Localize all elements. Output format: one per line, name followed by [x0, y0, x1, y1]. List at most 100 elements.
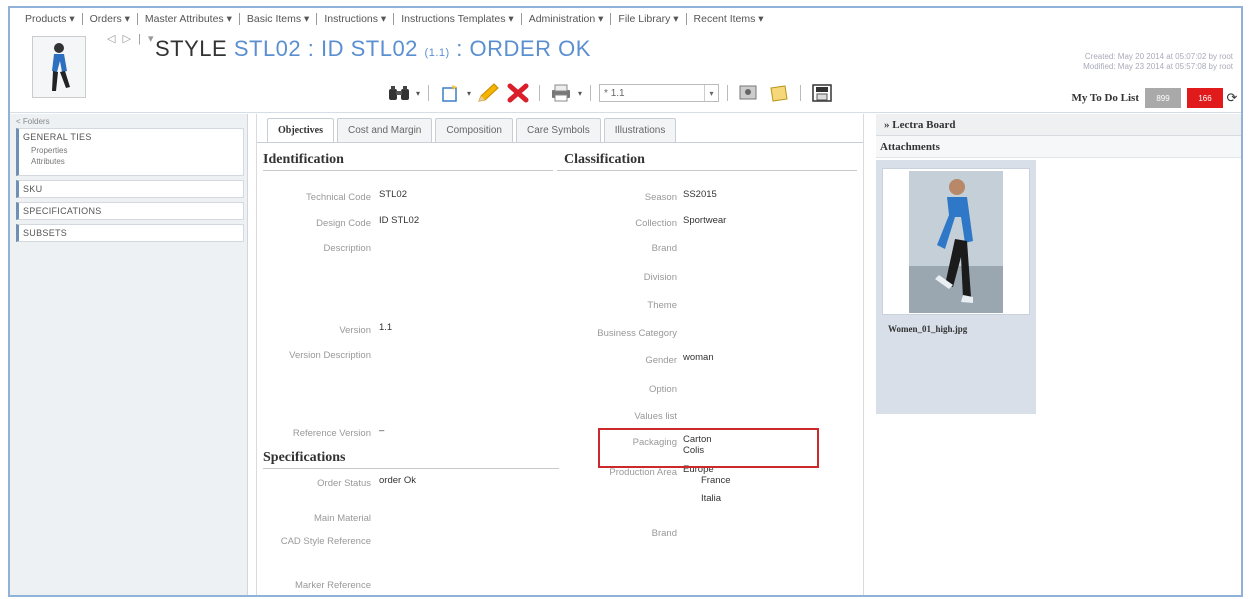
record-navigation[interactable]: ◁ ▷ | ▾ — [107, 32, 155, 45]
folder-item[interactable]: Attributes — [19, 156, 243, 167]
audit-info: Created: May 20 2014 at 05:07:02 by root… — [1083, 52, 1233, 72]
version-select[interactable]: * 1.1 ▾ — [599, 84, 720, 102]
packaging-highlight — [598, 428, 819, 468]
field-label: Collection — [635, 218, 677, 229]
lectra-board-header[interactable]: » Lectra Board — [876, 114, 1241, 136]
edit-pencil-icon[interactable] — [475, 81, 501, 105]
specifications-heading: Specifications — [263, 450, 346, 465]
delete-icon[interactable] — [505, 81, 531, 105]
todo-count-grey[interactable]: 899 — [1145, 88, 1181, 108]
field-value[interactable]: woman — [683, 352, 714, 363]
folder-section[interactable]: GENERAL TIES Properties Attributes — [16, 128, 244, 176]
refresh-icon[interactable]: ⟳ — [1223, 88, 1241, 108]
field-label: Reference Version — [292, 428, 371, 439]
menu-item[interactable]: File Library ▾ — [611, 13, 685, 25]
field-value[interactable]: SS2015 — [683, 189, 717, 200]
app-window: Products ▾ Orders ▾ Master Attributes ▾ Bas… — [8, 6, 1243, 597]
menu-item[interactable]: Instructions ▾ — [317, 13, 393, 25]
modified-info: Modified: May 23 2014 at 05:57:08 by roo… — [1083, 62, 1233, 71]
page-title: STYLE STL02 : ID STL02 (1.1) : ORDER OK — [155, 36, 591, 62]
menu-item[interactable]: Products ▾ — [18, 13, 82, 25]
title-status: : ORDER OK — [456, 36, 591, 61]
title-code: STL02 : ID STL02 — [233, 36, 418, 61]
field-label: Division — [643, 272, 677, 283]
title-label: STYLE — [155, 36, 228, 61]
runner-image — [52, 43, 70, 91]
folder-item[interactable]: Properties — [19, 145, 243, 156]
field-value[interactable]: 1.1 — [379, 322, 392, 333]
created-info: Created: May 20 2014 at 05:07:02 by root — [1084, 52, 1233, 61]
right-panel: » Lectra Board Attachments Women_01_high… — [876, 114, 1241, 595]
menu-item[interactable]: Master Attributes ▾ — [138, 13, 239, 25]
field-label: Option — [649, 384, 677, 395]
field-value[interactable]: Italia — [701, 493, 721, 504]
chevron-down-icon[interactable]: ▾ — [578, 89, 582, 98]
todo-label[interactable]: My To Do List — [1071, 92, 1139, 104]
toolbar-divider — [800, 85, 802, 101]
field-value[interactable]: ID STL02 — [379, 215, 419, 226]
version-select-value: * 1.1 — [604, 87, 625, 99]
tab-composition[interactable]: Composition — [435, 118, 513, 142]
field-value[interactable]: – — [379, 425, 384, 436]
save-icon[interactable] — [809, 81, 835, 105]
gallery-icon[interactable] — [736, 81, 762, 105]
folders-toggle[interactable]: < Folders — [10, 114, 247, 128]
section-rule — [263, 170, 553, 171]
field-label: CAD Style Reference — [280, 536, 371, 547]
menu-item[interactable]: Basic Items ▾ — [240, 13, 316, 25]
field-label: Brand — [651, 243, 677, 254]
attachment-image — [909, 170, 1003, 313]
folder-section-title[interactable]: SPECIFICATIONS — [19, 203, 243, 219]
field-label: Description — [323, 243, 371, 254]
chevron-down-icon[interactable]: ▾ — [704, 85, 718, 101]
print-icon[interactable] — [548, 81, 574, 105]
field-label: Design Code — [316, 218, 371, 229]
tab-cost-and-margin[interactable]: Cost and Margin — [337, 118, 433, 142]
folder-section-title[interactable]: GENERAL TIES — [19, 129, 243, 145]
menu-item[interactable]: Recent Items ▾ — [687, 13, 771, 25]
tab-objectives[interactable]: Objectives — [267, 118, 334, 142]
chevron-down-icon[interactable]: ▾ — [416, 89, 420, 98]
header-divider — [10, 112, 1241, 113]
chevron-down-icon[interactable]: ▾ — [467, 89, 471, 98]
tab-care-symbols[interactable]: Care Symbols — [515, 118, 601, 142]
field-label: Order Status — [317, 478, 371, 489]
folder-section[interactable]: SUBSETS — [16, 224, 244, 242]
field-value[interactable]: order Ok — [379, 475, 416, 486]
menu-item[interactable]: Administration ▾ — [522, 13, 611, 25]
field-label: Version — [339, 325, 371, 336]
field-label: Marker Reference — [294, 580, 371, 591]
main-form: Objectives Cost and Margin Composition Care… — [256, 114, 864, 595]
attachments-header: Attachments — [876, 136, 1241, 158]
folder-section-title[interactable]: SUBSETS — [19, 225, 243, 241]
folder-section[interactable]: SKU — [16, 180, 244, 198]
toolbar: ▾ ▾ ▾ * 1.1 ▾ — [386, 80, 835, 106]
binoculars-icon[interactable] — [386, 81, 412, 105]
tab-bar: Objectives Cost and Margin Composition Care… — [267, 118, 677, 142]
tab-illustrations[interactable]: Illustrations — [603, 118, 677, 142]
field-label: Version Description — [289, 350, 371, 361]
classification-heading: Classification — [564, 152, 645, 167]
section-rule — [557, 170, 857, 171]
attachments-panel: Women_01_high.jpg — [876, 160, 1036, 414]
new-document-icon[interactable] — [437, 81, 463, 105]
menu-item[interactable]: Orders ▾ — [83, 13, 137, 25]
field-value[interactable]: France — [701, 475, 731, 486]
field-value[interactable]: Sportwear — [683, 215, 726, 226]
field-label: Values list — [634, 411, 677, 422]
tab-divider — [257, 142, 863, 143]
folder-section[interactable]: SPECIFICATIONS — [16, 202, 244, 220]
field-label: Business Category — [597, 328, 677, 339]
style-thumbnail[interactable] — [32, 36, 86, 98]
notes-icon[interactable] — [766, 81, 792, 105]
toolbar-divider — [727, 85, 729, 101]
field-label: Production Area — [609, 467, 677, 478]
field-value[interactable]: STL02 — [379, 189, 407, 200]
folder-section-title[interactable]: SKU — [19, 181, 243, 197]
todo-list: My To Do List 899 166 ⟳ — [1071, 88, 1241, 108]
attachment-file-name[interactable]: Women_01_high.jpg — [888, 324, 967, 334]
menu-item[interactable]: Instructions Templates ▾ — [394, 13, 520, 25]
todo-count-red[interactable]: 166 — [1187, 88, 1223, 108]
attachment-thumbnail[interactable] — [882, 168, 1030, 315]
field-label: Brand — [651, 528, 677, 539]
